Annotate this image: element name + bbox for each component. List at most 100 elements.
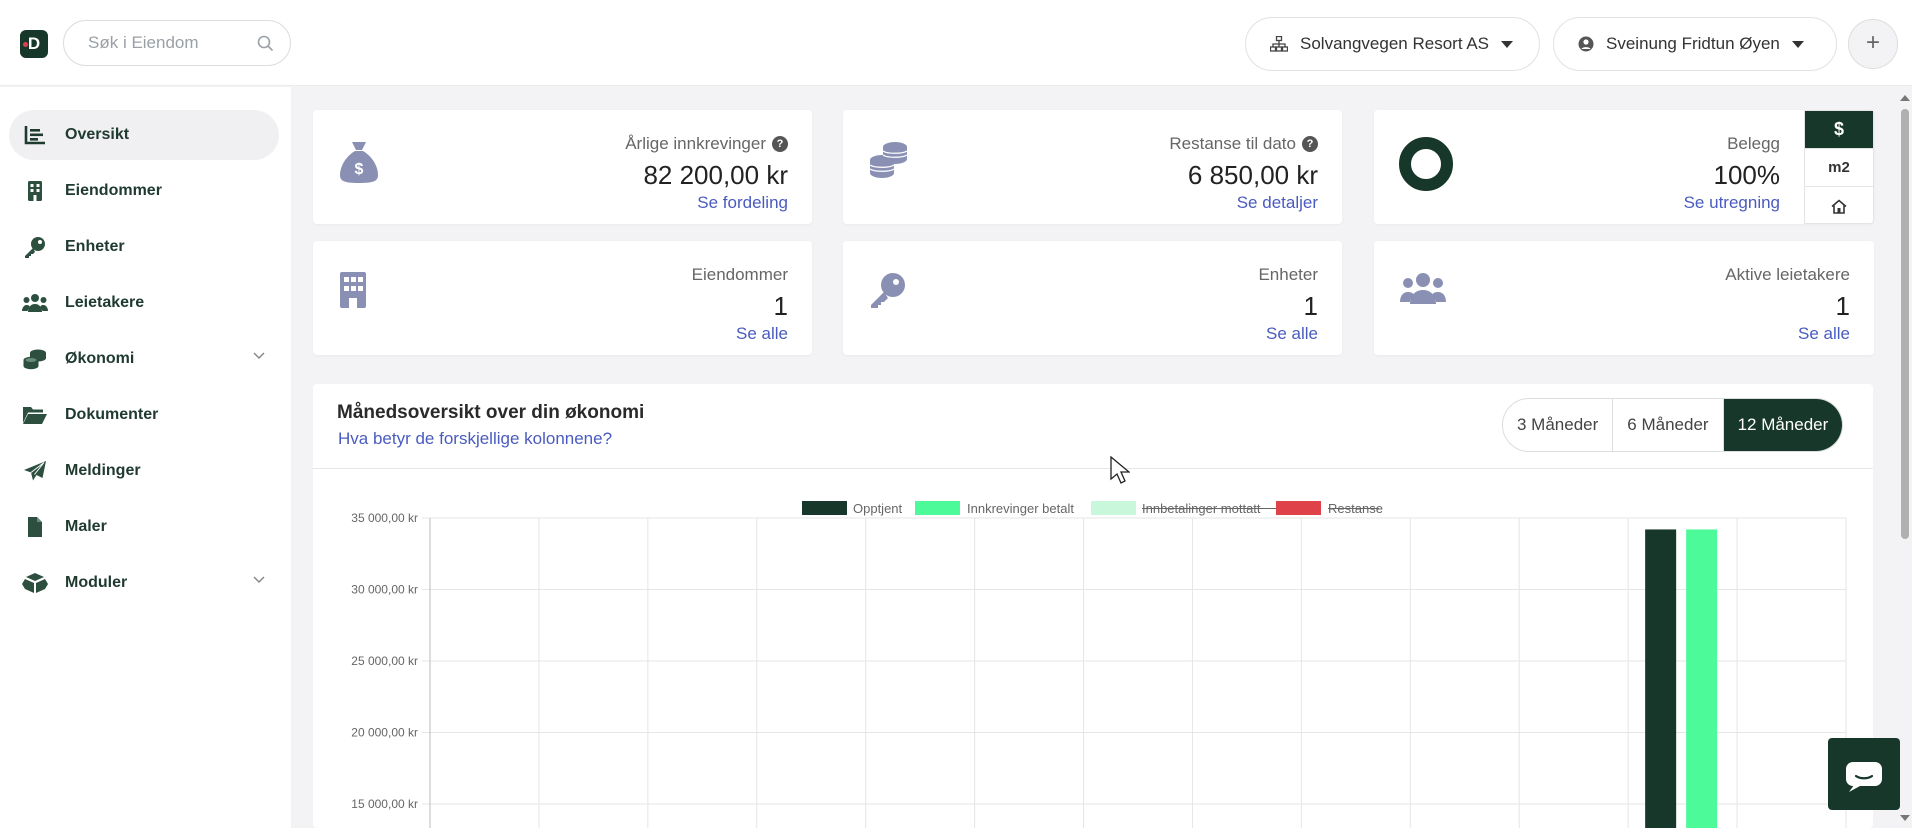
range-6-months[interactable]: 6 Måneder xyxy=(1613,399,1724,451)
key-icon xyxy=(871,273,905,308)
scroll-up-icon[interactable] xyxy=(1898,93,1912,103)
sidebar-item-moduler[interactable]: Moduler xyxy=(9,558,279,608)
boxes-icon xyxy=(22,571,48,595)
top-bar: D Solvangvegen Resort AS Sveinung Fridtu… xyxy=(0,0,1912,86)
legend-label: Opptjent xyxy=(853,501,903,516)
panel-title: Månedsoversikt over din økonomi xyxy=(337,402,645,423)
card-label: Aktive leietakere xyxy=(1725,265,1850,284)
card-value: 1 xyxy=(1303,291,1318,321)
key-icon xyxy=(22,235,48,259)
chart-bar xyxy=(1686,529,1718,828)
help-icon[interactable]: ? xyxy=(1302,136,1318,152)
monthly-bar-chart: 35 000,00 kr 30 000,00 kr 25 000,00 kr 20 0… xyxy=(351,501,1847,828)
help-icon[interactable]: ? xyxy=(772,136,788,152)
card-active-tenants: Aktive leietakere 1 Se alle xyxy=(1374,241,1874,355)
add-button[interactable]: + xyxy=(1848,19,1898,69)
see-all-tenants-link[interactable]: Se alle xyxy=(1798,324,1850,344)
search-input[interactable] xyxy=(88,33,248,53)
card-arrears: Restanse til dato? 6 850,00 kr Se detalj… xyxy=(843,110,1342,224)
see-all-properties-link[interactable]: Se alle xyxy=(736,324,788,344)
chevron-down-icon xyxy=(1791,40,1804,48)
sidebar-item-dokumenter[interactable]: Dokumenter xyxy=(9,390,279,440)
sidebar-item-eiendommer[interactable]: Eiendommer xyxy=(9,166,279,216)
legend-swatch xyxy=(1091,501,1136,515)
see-all-units-link[interactable]: Se alle xyxy=(1266,324,1318,344)
sidebar-item-label: Meldinger xyxy=(65,462,141,479)
range-selector: 3 Måneder 6 Måneder 12 Måneder xyxy=(1502,398,1844,452)
chat-icon xyxy=(1846,762,1882,792)
card-value: 82 200,00 kr xyxy=(643,160,788,190)
svg-text:$: $ xyxy=(355,161,364,178)
card-value: 1 xyxy=(1835,291,1850,321)
see-distribution-link[interactable]: Se fordeling xyxy=(697,193,788,213)
sidebar: Oversikt Eiendommer Enheter Leietakere Ø… xyxy=(0,87,291,828)
folder-icon xyxy=(22,403,48,427)
building-icon xyxy=(340,272,366,308)
range-12-months[interactable]: 12 Måneder xyxy=(1723,399,1843,451)
search-icon[interactable] xyxy=(257,35,274,52)
app-logo[interactable]: D xyxy=(20,30,48,58)
donut-chart-icon xyxy=(1399,137,1453,191)
sidebar-item-label: Oversikt xyxy=(65,126,130,143)
sidebar-item-meldinger[interactable]: Meldinger xyxy=(9,446,279,496)
y-tick-label: 20 000,00 kr xyxy=(351,726,418,740)
area-toggle[interactable]: m2 xyxy=(1805,149,1873,187)
user-name: Sveinung Fridtun Øyen xyxy=(1606,34,1780,53)
card-label: Årlige innkrevinger xyxy=(625,134,766,153)
scroll-down-icon[interactable] xyxy=(1898,813,1912,823)
chat-button[interactable] xyxy=(1828,738,1900,810)
user-icon xyxy=(1578,36,1594,52)
building-icon xyxy=(22,179,48,203)
company-selector[interactable]: Solvangvegen Resort AS xyxy=(1245,17,1540,71)
money-bag-icon: $ xyxy=(340,142,378,183)
paper-plane-icon xyxy=(22,459,48,483)
scrollbar[interactable] xyxy=(1898,87,1912,828)
sidebar-item-label: Moduler xyxy=(65,574,128,591)
columns-help-link[interactable]: Hva betyr de forskjellige kolonnene? xyxy=(338,429,612,449)
sidebar-item-label: Økonomi xyxy=(65,350,135,367)
legend-swatch xyxy=(915,501,960,515)
sidebar-item-maler[interactable]: Maler xyxy=(9,502,279,552)
card-value: 6 850,00 kr xyxy=(1187,160,1318,190)
users-icon xyxy=(1400,273,1446,304)
sidebar-item-enheter[interactable]: Enheter xyxy=(9,222,279,272)
sidebar-item-oversikt[interactable]: Oversikt xyxy=(9,110,279,160)
sidebar-item-label: Leietakere xyxy=(65,294,145,311)
see-calculation-link[interactable]: Se utregning xyxy=(1684,193,1780,213)
company-name: Solvangvegen Resort AS xyxy=(1300,34,1490,53)
y-tick-label: 15 000,00 kr xyxy=(351,797,418,811)
sidebar-item-leietakere[interactable]: Leietakere xyxy=(9,278,279,328)
chevron-down-icon xyxy=(1501,40,1514,48)
see-details-link[interactable]: Se detaljer xyxy=(1237,193,1318,213)
scrollbar-thumb[interactable] xyxy=(1901,109,1909,539)
legend-swatch xyxy=(802,501,847,515)
chart-bar xyxy=(1645,529,1677,828)
sidebar-item-okonomi[interactable]: Økonomi xyxy=(9,334,279,384)
y-tick-label: 30 000,00 kr xyxy=(351,583,418,597)
sidebar-item-label: Dokumenter xyxy=(65,406,159,423)
home-icon xyxy=(1831,198,1847,214)
card-occupancy: Belegg 100% Se utregning xyxy=(1374,110,1874,224)
card-label: Restanse til dato xyxy=(1169,134,1296,153)
sitemap-icon xyxy=(1270,36,1288,52)
card-label: Enheter xyxy=(1258,265,1318,284)
list-icon xyxy=(22,123,48,147)
card-annual-collections: $ Årlige innkrevinger? 82 200,00 kr Se f… xyxy=(313,110,812,224)
range-3-months[interactable]: 3 Måneder xyxy=(1503,399,1614,451)
home-toggle[interactable] xyxy=(1805,187,1873,225)
card-value: 1 xyxy=(773,291,788,321)
sidebar-item-label: Eiendommer xyxy=(65,182,162,199)
card-properties: Eiendommer 1 Se alle xyxy=(313,241,812,355)
chevron-down-icon xyxy=(253,576,265,584)
user-menu[interactable]: Sveinung Fridtun Øyen xyxy=(1553,17,1837,71)
y-tick-label: 35 000,00 kr xyxy=(351,511,418,525)
card-label: Belegg xyxy=(1727,134,1780,153)
search-box[interactable] xyxy=(63,20,291,66)
file-icon xyxy=(22,515,48,539)
legend-label: Innkrevinger betalt xyxy=(967,501,1074,516)
sidebar-item-label: Enheter xyxy=(65,238,125,255)
card-units: Enheter 1 Se alle xyxy=(843,241,1342,355)
card-value: 100% xyxy=(1713,160,1781,190)
currency-toggle[interactable]: $ xyxy=(1805,111,1873,149)
y-tick-label: 25 000,00 kr xyxy=(351,654,418,668)
